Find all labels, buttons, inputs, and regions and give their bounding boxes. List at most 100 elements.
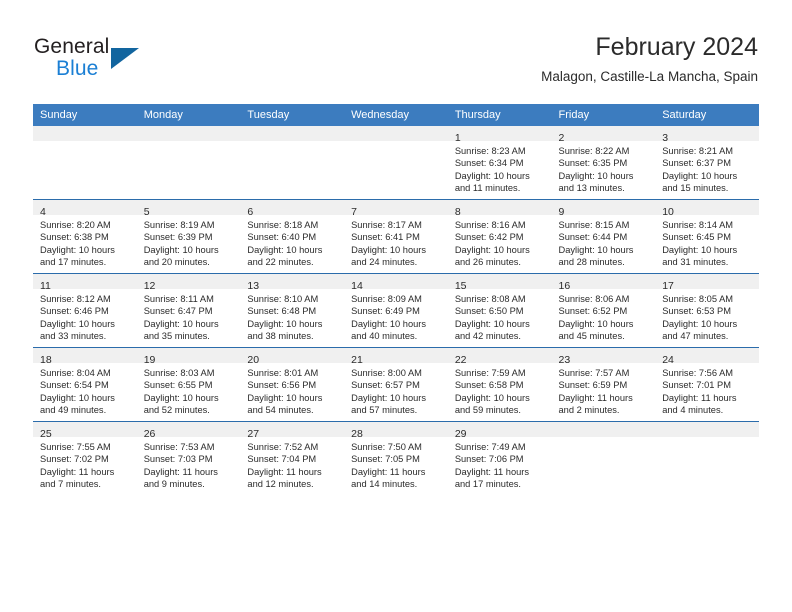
day-number-band: 1 [447,126,552,144]
day-number-band: 24 [655,348,759,366]
location-subtitle: Malagon, Castille-La Mancha, Spain [541,69,758,84]
daylight-text-line1: Daylight: 10 hours [662,244,738,255]
calendar-day-cell: 27 Sunrise: 7:52 AM Sunset: 7:04 PM Dayligh… [240,421,345,495]
daylight-text-line1: Daylight: 10 hours [351,244,427,255]
calendar-day-cell-empty [344,126,448,200]
calendar-day-cell: 21 Sunrise: 8:00 AM Sunset: 6:57 PM Dayligh… [344,347,448,422]
day-cell-body: Sunrise: 8:10 AM Sunset: 6:48 PM Daylight:… [240,289,344,342]
day-number: 12 [143,280,156,292]
day-number-band: 22 [447,348,552,366]
day-cell-body: Sunrise: 7:56 AM Sunset: 7:01 PM Daylight:… [655,363,759,416]
column-header-saturday: Saturday [655,104,759,126]
sunrise-text: Sunrise: 8:11 AM [143,294,214,304]
daylight-text-line1: Daylight: 11 hours [143,466,218,477]
day-number-band [655,422,759,437]
daylight-text-line1: Daylight: 10 hours [40,392,115,403]
day-cell-body: Sunrise: 8:22 AM Sunset: 6:35 PM Daylight:… [552,141,656,194]
sunrise-text: Sunrise: 7:52 AM [247,442,319,452]
day-number-band [344,126,448,141]
calendar-day-cell: 5 Sunrise: 8:19 AM Sunset: 6:39 PM Daylight… [136,199,241,274]
day-number-band: 23 [551,348,656,366]
calendar-day-cell: 1 Sunrise: 8:23 AM Sunset: 6:34 PM Daylight… [447,126,552,200]
sunset-text: Sunset: 7:02 PM [40,454,109,465]
day-number: 1 [454,132,461,144]
sunrise-text: Sunrise: 8:05 AM [662,294,734,304]
daylight-text-line1: Daylight: 10 hours [247,244,323,255]
calendar-week-row: 1 Sunrise: 8:23 AM Sunset: 6:34 PM Daylight… [33,126,759,200]
calendar-day-cell: 24 Sunrise: 7:56 AM Sunset: 7:01 PM Dayligh… [655,347,759,422]
column-header-tuesday: Tuesday [240,104,345,126]
sunset-text: Sunset: 6:59 PM [558,380,628,391]
calendar-day-cell: 11 Sunrise: 8:12 AM Sunset: 6:46 PM Dayligh… [33,273,137,348]
daylight-text-line2: and 42 minutes. [454,330,521,341]
daylight-text-line1: Daylight: 10 hours [454,318,530,329]
sunset-text: Sunset: 6:54 PM [40,380,109,391]
daylight-text-line1: Daylight: 10 hours [40,244,115,255]
calendar-day-cell: 12 Sunrise: 8:11 AM Sunset: 6:47 PM Dayligh… [136,273,241,348]
calendar-day-cell-empty [136,126,241,200]
daylight-text-line1: Daylight: 10 hours [558,244,634,255]
day-cell-body: Sunrise: 8:12 AM Sunset: 6:46 PM Daylight:… [33,289,137,342]
day-number-band: 29 [447,422,552,440]
daylight-text-line2: and 13 minutes. [558,182,625,193]
sunrise-text: Sunrise: 7:49 AM [454,442,526,452]
sunrise-text: Sunrise: 8:06 AM [558,294,630,304]
daylight-text-line1: Daylight: 10 hours [143,392,219,403]
calendar-day-cell-empty [655,421,759,495]
daylight-text-line2: and 40 minutes. [351,330,418,341]
general-blue-logo: General Blue [34,35,234,87]
day-cell-body: Sunrise: 8:06 AM Sunset: 6:52 PM Daylight:… [552,289,656,342]
calendar-day-cell: 8 Sunrise: 8:16 AM Sunset: 6:42 PM Daylight… [447,199,552,274]
day-cell-body: Sunrise: 8:14 AM Sunset: 6:45 PM Daylight:… [655,215,759,268]
day-number-band: 19 [136,348,241,366]
sunrise-text: Sunrise: 8:22 AM [558,146,630,156]
day-number: 19 [143,354,156,366]
calendar-day-cell: 22 Sunrise: 7:59 AM Sunset: 6:58 PM Dayligh… [447,347,552,422]
daylight-text-line2: and 38 minutes. [247,330,314,341]
daylight-text-line1: Daylight: 10 hours [662,318,738,329]
day-cell-body: Sunrise: 8:23 AM Sunset: 6:34 PM Daylight:… [448,141,552,194]
calendar-day-cell: 20 Sunrise: 8:01 AM Sunset: 6:56 PM Dayligh… [240,347,345,422]
daylight-text-line1: Daylight: 10 hours [558,318,634,329]
day-number-band [33,126,137,141]
day-number: 17 [662,280,674,292]
daylight-text-line2: and 20 minutes. [143,256,210,267]
calendar-grid: Sunday Monday Tuesday Wednesday Thursday… [33,104,759,495]
calendar-day-cell: 9 Sunrise: 8:15 AM Sunset: 6:44 PM Daylight… [551,199,656,274]
page-title: February 2024 [595,33,758,61]
day-cell-body: Sunrise: 8:05 AM Sunset: 6:53 PM Daylight:… [655,289,759,342]
column-header-monday: Monday [136,104,241,126]
sunrise-text: Sunrise: 7:56 AM [662,368,734,378]
daylight-text-line1: Daylight: 10 hours [351,392,427,403]
day-number: 15 [454,280,467,292]
daylight-text-line2: and 14 minutes. [351,478,418,489]
day-number-band: 9 [551,200,656,218]
day-cell-body: Sunrise: 7:53 AM Sunset: 7:03 PM Daylight:… [137,437,241,490]
daylight-text-line1: Daylight: 11 hours [454,466,530,477]
day-cell-body: Sunrise: 8:04 AM Sunset: 6:54 PM Daylight:… [33,363,137,416]
daylight-text-line1: Daylight: 10 hours [351,318,427,329]
day-cell-body: Sunrise: 8:08 AM Sunset: 6:50 PM Daylight:… [448,289,552,342]
day-cell-body: Sunrise: 7:49 AM Sunset: 7:06 PM Daylight:… [448,437,552,490]
daylight-text-line1: Daylight: 11 hours [558,392,633,403]
sunset-text: Sunset: 7:04 PM [247,454,317,465]
calendar-day-cell: 26 Sunrise: 7:53 AM Sunset: 7:03 PM Dayligh… [136,421,241,495]
sunset-text: Sunset: 6:55 PM [143,380,213,391]
sunrise-text: Sunrise: 8:08 AM [454,294,526,304]
sunset-text: Sunset: 6:37 PM [662,158,731,169]
calendar-header-row: Sunday Monday Tuesday Wednesday Thursday… [33,104,759,126]
sunrise-text: Sunrise: 8:04 AM [40,368,111,378]
day-cell-body: Sunrise: 8:00 AM Sunset: 6:57 PM Daylight:… [344,363,448,416]
day-cell-body: Sunrise: 8:03 AM Sunset: 6:55 PM Daylight:… [137,363,241,416]
day-number: 4 [40,206,46,218]
day-number: 18 [40,354,52,366]
day-number-band: 27 [240,422,345,440]
day-number: 8 [454,206,461,218]
sunrise-text: Sunrise: 7:59 AM [454,368,526,378]
daylight-text-line1: Daylight: 10 hours [143,318,219,329]
sunset-text: Sunset: 6:46 PM [40,306,109,317]
day-cell-body: Sunrise: 8:15 AM Sunset: 6:44 PM Daylight:… [552,215,656,268]
daylight-text-line1: Daylight: 10 hours [454,244,530,255]
sunset-text: Sunset: 6:34 PM [454,158,524,169]
daylight-text-line1: Daylight: 10 hours [40,318,115,329]
